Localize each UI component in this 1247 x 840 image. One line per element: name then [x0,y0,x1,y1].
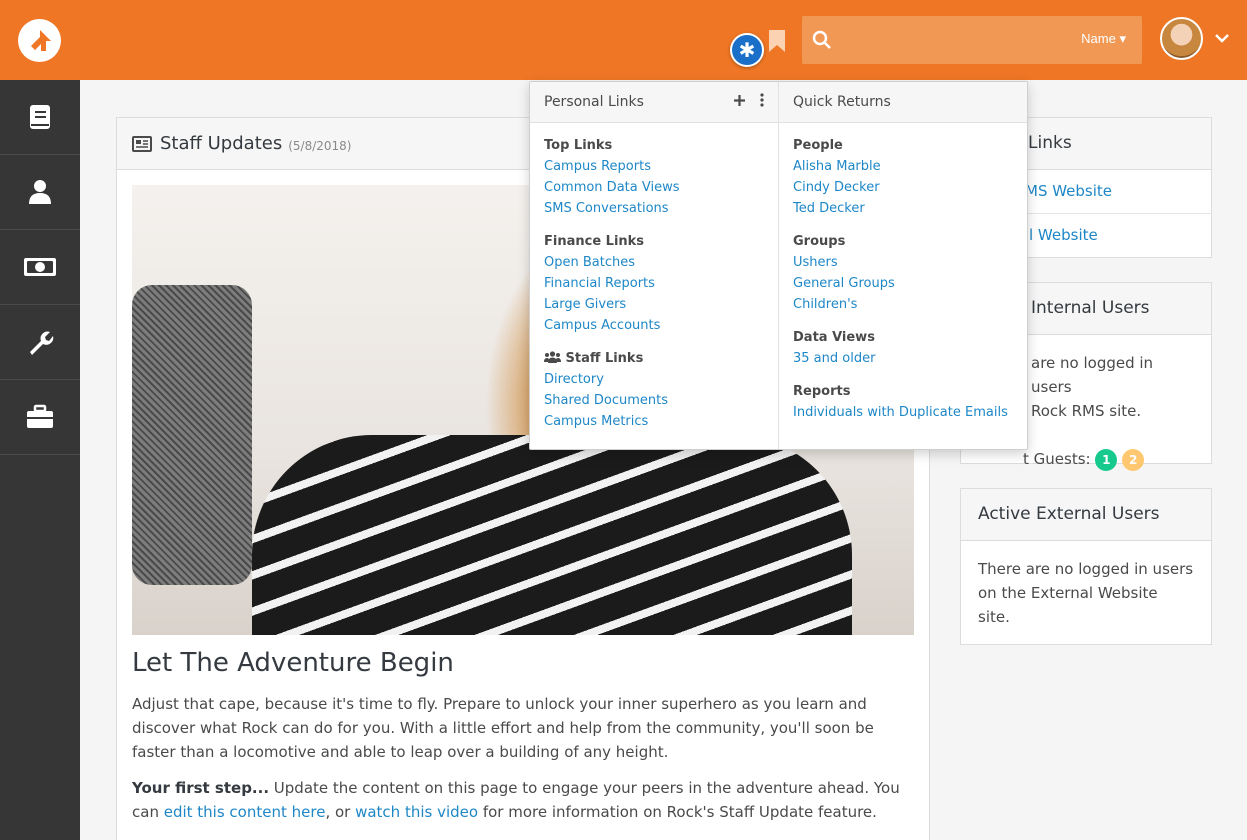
return-group: People Alisha Marble Cindy Decker Ted De… [793,135,1013,219]
bookmark-icon[interactable] [768,30,786,52]
group-title: Groups [793,234,846,249]
group-title: Data Views [793,330,875,345]
rms-website-link[interactable]: MS Website [1025,182,1112,200]
personal-link[interactable]: Open Batches [544,252,764,273]
personal-link[interactable]: Campus Accounts [544,315,764,336]
add-icon[interactable] [733,94,746,107]
personal-link[interactable]: Shared Documents [544,390,764,411]
personal-link[interactable]: Campus Reports [544,156,764,177]
guests-row: t Guests: 1 2 [1023,447,1194,471]
article-title: Let The Adventure Begin [132,648,454,678]
panel-title: Staff Updates [160,133,283,154]
users-icon [544,351,561,363]
external-website-link[interactable]: l Website [1029,226,1098,244]
personal-link[interactable]: SMS Conversations [544,198,764,219]
sidebar-item-finance[interactable] [0,230,80,305]
group-title: Finance Links [544,234,645,249]
external-users-text: There are no logged in users on the Exte… [978,560,1194,626]
personal-link[interactable]: Common Data Views [544,177,764,198]
personal-link[interactable]: Directory [544,369,764,390]
personal-links-column: Personal Links Top Links Campus Reports … [530,82,779,449]
guests-label: t Guests: [1023,450,1091,468]
return-group: Data Views 35 and older [793,327,1013,369]
personal-links-title: Personal Links [544,94,644,110]
quick-return-link[interactable]: Alisha Marble [793,156,1013,177]
group-title: People [793,138,843,153]
sidebar-item-tools[interactable] [0,305,80,380]
search-scope-label: Name [1081,31,1116,46]
striped-shirt-shape [252,435,852,635]
rock-logo-icon[interactable] [18,19,61,62]
external-users-panel: Active External Users There are no logge… [960,488,1212,645]
top-bar: ✱ Name ▾ [0,0,1247,80]
search-scope-dropdown[interactable]: Name ▾ [1081,31,1126,47]
personal-link[interactable]: Campus Metrics [544,411,764,432]
return-group: Reports Individuals with Duplicate Email… [793,381,1013,423]
link-group: Finance Links Open Batches Financial Rep… [544,231,764,336]
quick-return-link[interactable]: Ted Decker [793,198,1013,219]
personal-link[interactable]: Large Givers [544,294,764,315]
book-icon [30,105,50,129]
text-span: , or [325,803,356,821]
quick-return-link[interactable]: General Groups [793,273,1013,294]
group-title-with-icon: Staff Links [544,348,764,369]
first-step-label: Your first step... [132,779,270,797]
sidebar [0,80,80,840]
panel-date: (5/8/2018) [288,138,352,153]
article-paragraph: Adjust that cape, because it's time to f… [132,695,874,761]
quick-return-link[interactable]: Children's [793,294,1013,315]
link-group: Staff Links Directory Shared Documents C… [544,348,764,432]
personal-links-body: Top Links Campus Reports Common Data Vie… [530,123,778,456]
search-bar[interactable]: Name ▾ [802,16,1142,64]
chevron-down-icon[interactable] [1214,30,1230,46]
watch-video-link[interactable]: watch this video [355,803,478,821]
chair-shape [132,285,252,585]
sidebar-item-book[interactable] [0,80,80,155]
link-group: Top Links Campus Reports Common Data Vie… [544,135,764,219]
guest-badge-green: 1 [1095,448,1118,471]
quick-returns-body: People Alisha Marble Cindy Decker Ted De… [779,123,1027,447]
external-users-title: Active External Users [961,489,1211,541]
guest-badge-yellow: 2 [1122,448,1145,471]
quick-return-link[interactable]: 35 and older [793,348,1013,369]
quick-return-link[interactable]: Individuals with Duplicate Emails [793,402,1013,423]
personal-link[interactable]: Financial Reports [544,273,764,294]
group-title: Top Links [544,138,613,153]
sidebar-item-admin[interactable] [0,380,80,455]
sidebar-item-people[interactable] [0,155,80,230]
briefcase-icon [27,404,53,428]
quick-return-link[interactable]: Ushers [793,252,1013,273]
caret-down-icon: ▾ [1119,31,1126,46]
quick-returns-column: Quick Returns People Alisha Marble Cindy… [779,82,1027,449]
newspaper-icon [132,135,152,152]
personal-links-header: Personal Links [530,82,778,123]
user-avatar[interactable] [1160,17,1203,60]
quick-returns-header: Quick Returns [779,82,1027,123]
article-paragraph-first-step: Your first step... Update the content on… [132,776,912,824]
internal-users-text-2: Rock RMS site. [1031,402,1142,420]
personal-links-dropdown: Personal Links Top Links Campus Reports … [529,81,1028,450]
personal-links-toggle-icon[interactable]: ✱ [730,33,764,67]
internal-users-text-1: are no logged in users [1031,354,1154,396]
edit-content-link[interactable]: edit this content here [164,803,326,821]
return-group: Groups Ushers General Groups Children's [793,231,1013,315]
money-icon [24,258,56,276]
personal-links-actions [733,93,764,107]
group-title: Staff Links [565,351,644,366]
quick-return-link[interactable]: Cindy Decker [793,177,1013,198]
text-span: for more information on Rock's Staff Upd… [478,803,877,821]
quick-returns-title: Quick Returns [793,94,891,110]
group-title: Reports [793,384,851,399]
wrench-icon [30,331,54,355]
person-icon [29,180,51,204]
more-options-icon[interactable] [760,93,764,107]
search-icon [812,30,831,49]
